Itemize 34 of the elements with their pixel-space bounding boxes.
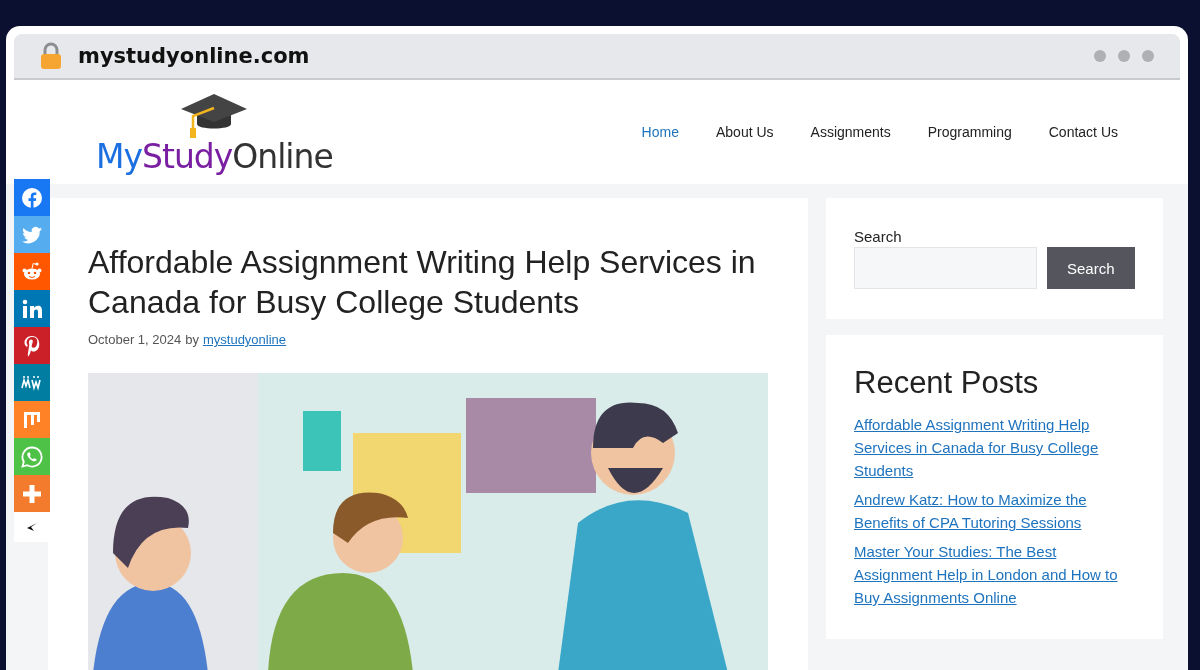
share-button[interactable] bbox=[14, 290, 50, 327]
address-bar-url[interactable]: mystudyonline.com bbox=[78, 44, 310, 68]
share-button[interactable] bbox=[14, 401, 50, 438]
search-button[interactable]: Search bbox=[1047, 247, 1135, 289]
window-dot[interactable] bbox=[1142, 50, 1154, 62]
author-link[interactable]: mystudyonline bbox=[202, 332, 287, 347]
search-field[interactable] bbox=[854, 247, 1037, 289]
lock-icon bbox=[40, 42, 62, 70]
post-date: October 1, 2024 bbox=[88, 332, 182, 347]
share-button[interactable] bbox=[14, 475, 50, 512]
window-dot[interactable] bbox=[1118, 50, 1130, 62]
nav-link[interactable]: Programming bbox=[927, 124, 1012, 140]
recent-post-link[interactable]: Affordable Assignment Writing Help Services in Canada for Busy College Students bbox=[854, 413, 1135, 482]
nav-link[interactable]: About Us bbox=[715, 124, 774, 140]
window-dot[interactable] bbox=[1094, 50, 1106, 62]
recent-posts-heading: Recent Posts bbox=[854, 365, 1040, 401]
nav-link[interactable]: Assignments bbox=[810, 124, 891, 140]
share-button[interactable] bbox=[14, 179, 50, 216]
chat-bubble-icon bbox=[20, 444, 44, 469]
recent-post-link[interactable]: Master Your Studies: The Best Assignment Help in London and How to Buy Assignments Online bbox=[854, 540, 1135, 609]
share-button[interactable] bbox=[14, 438, 50, 475]
logo-text[interactable]: MyStudyOnline bbox=[96, 139, 333, 173]
hide-arrow-icon[interactable] bbox=[26, 522, 38, 532]
share-button[interactable] bbox=[14, 216, 50, 253]
article-title: Affordable Assignment Writing Help Services in Canada for Busy College Students bbox=[88, 243, 757, 322]
share-button[interactable] bbox=[14, 327, 50, 364]
nav-link[interactable]: Contact Us bbox=[1048, 124, 1118, 140]
recent-post-link[interactable]: Andrew Katz: How to Maximize the Benefits of CPA Tutoring Sessions bbox=[854, 488, 1135, 534]
byline-text: by bbox=[185, 332, 199, 347]
search-label: Search bbox=[854, 228, 903, 245]
facebook-icon bbox=[20, 185, 44, 210]
share-button[interactable] bbox=[14, 253, 50, 290]
nav-link[interactable]: Home bbox=[641, 124, 679, 140]
share-button[interactable] bbox=[14, 364, 50, 401]
